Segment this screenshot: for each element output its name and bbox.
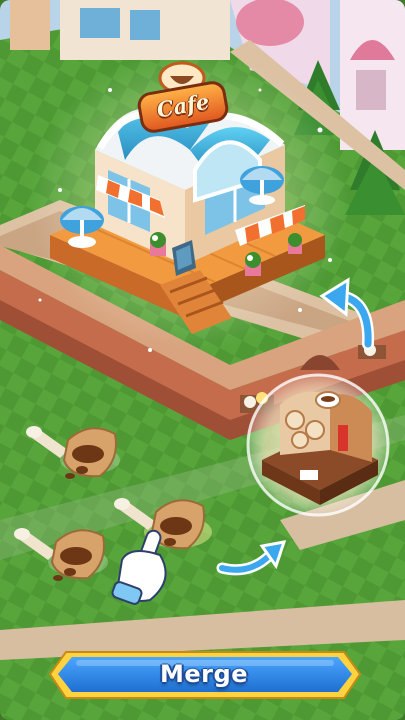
coffee-machine-icon[interactable] xyxy=(246,373,390,517)
cafe-sign-label: Cafe xyxy=(154,88,212,123)
merge-button-label: Merge xyxy=(160,660,248,688)
merge-button[interactable]: Merge xyxy=(45,646,363,702)
game-scene: Cafe Merge xyxy=(0,0,405,720)
